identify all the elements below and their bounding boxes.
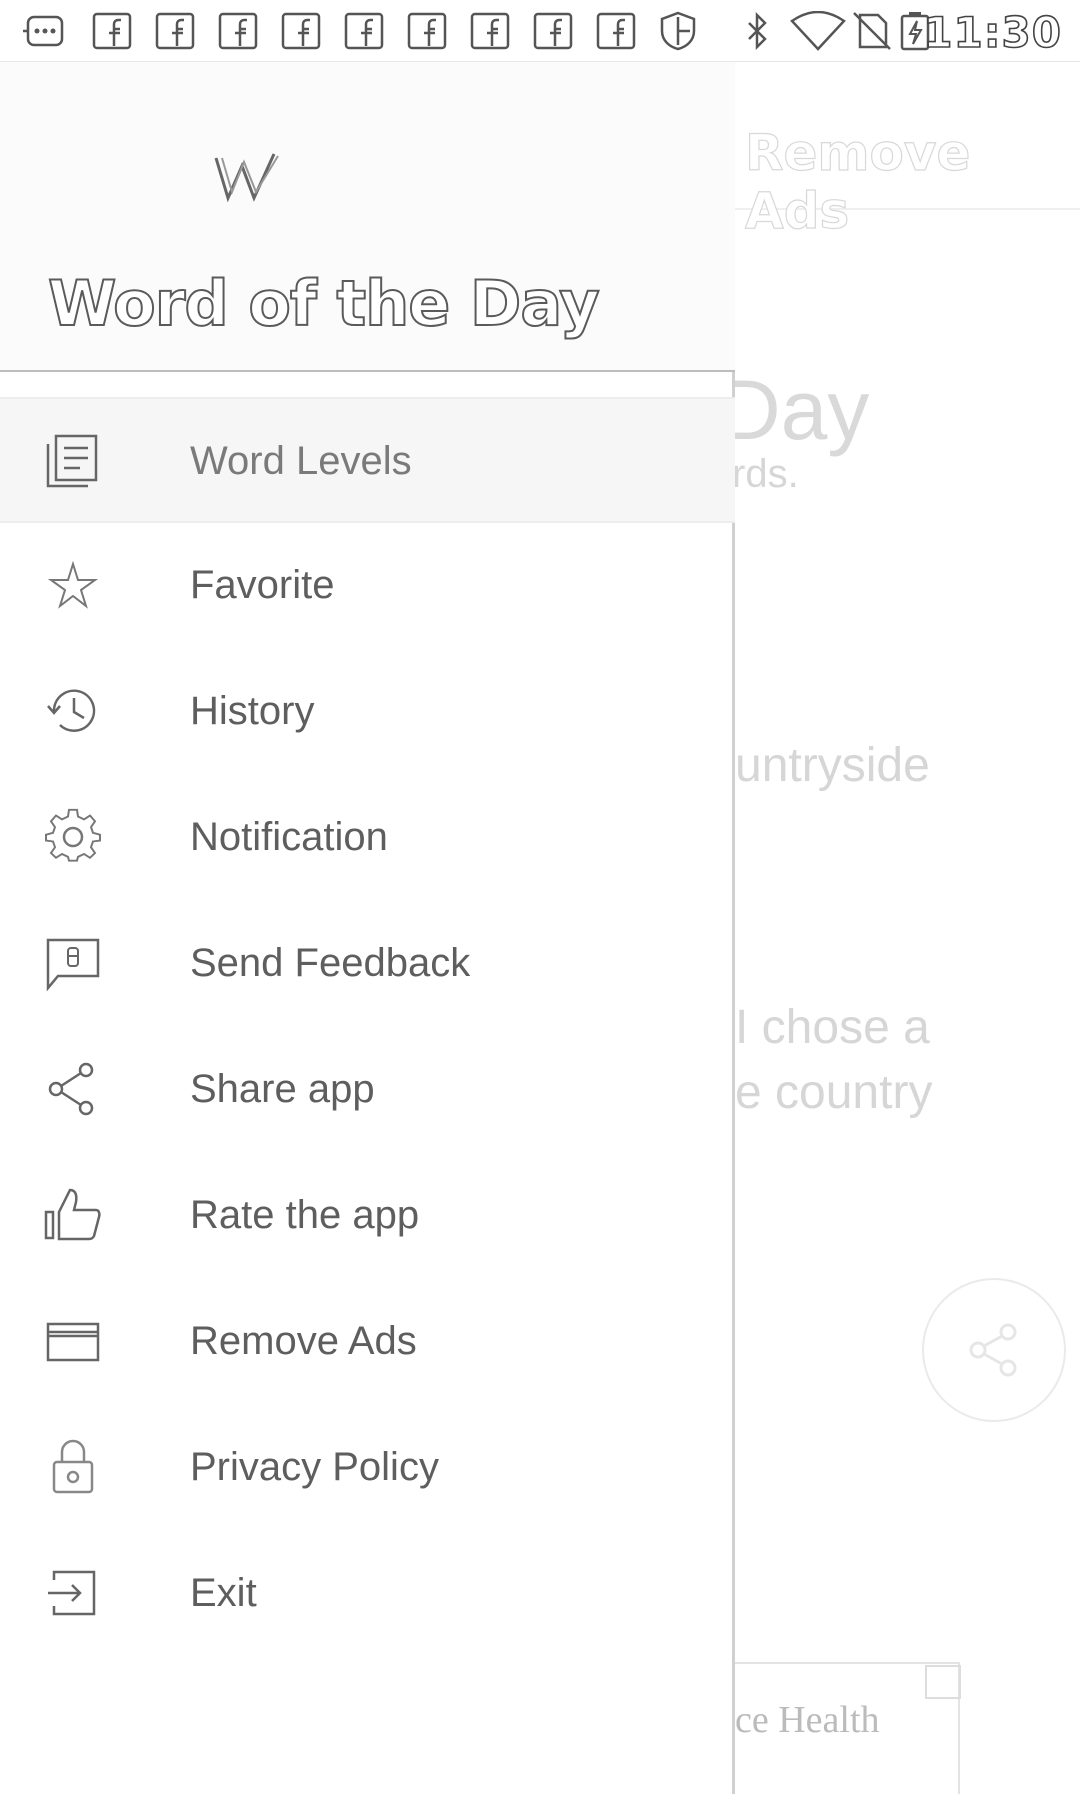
facebook-icon xyxy=(90,11,134,51)
background-word: untryside xyxy=(735,739,930,792)
facebook-icon xyxy=(342,11,386,51)
drawer-title: Word of the Day xyxy=(47,266,601,341)
menu-item-favorite[interactable]: Favorite xyxy=(0,523,735,649)
history-icon xyxy=(44,682,102,740)
status-time: 11:30 xyxy=(922,7,1062,58)
menu-item-label: Notification xyxy=(190,815,388,859)
background-subtitle: rds. xyxy=(732,452,799,496)
feedback-icon xyxy=(44,934,102,992)
notification-more-icon xyxy=(22,11,66,51)
shield-icon xyxy=(656,11,700,51)
bluetooth-icon xyxy=(735,11,779,51)
exit-icon xyxy=(44,1564,102,1622)
facebook-icon xyxy=(405,11,449,51)
menu-item-history[interactable]: History xyxy=(0,649,735,775)
list-icon xyxy=(44,432,102,490)
no-sim-icon xyxy=(850,11,894,51)
navigation-drawer: Word of the Day Word Levels Favorite His… xyxy=(0,62,735,1794)
menu-item-rate-app[interactable]: Rate the app xyxy=(0,1153,735,1279)
ad-text: ce Health xyxy=(735,1699,880,1741)
menu-item-exit[interactable]: Exit xyxy=(0,1531,735,1657)
drawer-header: Word of the Day xyxy=(0,62,735,372)
menu-item-label: Privacy Policy xyxy=(190,1445,439,1489)
background-example-line: e country xyxy=(735,1066,933,1119)
status-bar: 11:30 xyxy=(0,0,1080,62)
card-icon xyxy=(44,1312,102,1370)
menu-item-notification[interactable]: Notification xyxy=(0,775,735,901)
background-title: Day xyxy=(720,363,870,457)
facebook-icon xyxy=(216,11,260,51)
remove-ads-button[interactable]: Remove Ads xyxy=(744,123,1080,240)
facebook-icon xyxy=(153,11,197,51)
menu-item-label: Send Feedback xyxy=(190,941,471,985)
menu-item-label: Share app xyxy=(190,1067,375,1111)
drawer-menu: Word Levels Favorite History Notificatio… xyxy=(0,397,735,1657)
background-example-line: I chose a xyxy=(735,1001,930,1054)
ad-choices-icon[interactable] xyxy=(925,1665,961,1699)
facebook-icon xyxy=(531,11,575,51)
menu-item-word-levels[interactable]: Word Levels xyxy=(0,397,735,523)
share-icon xyxy=(969,1323,1017,1377)
lock-icon xyxy=(44,1438,102,1496)
menu-item-privacy-policy[interactable]: Privacy Policy xyxy=(0,1405,735,1531)
menu-item-label: Favorite xyxy=(190,563,335,607)
facebook-icon xyxy=(594,11,638,51)
menu-item-label: Word Levels xyxy=(190,439,412,483)
facebook-icon xyxy=(279,11,323,51)
share-button[interactable] xyxy=(922,1278,1066,1422)
star-icon xyxy=(44,556,102,614)
thumbs-up-icon xyxy=(44,1186,102,1244)
menu-item-label: Exit xyxy=(190,1571,257,1615)
wifi-icon xyxy=(790,10,846,51)
w-logo-icon xyxy=(212,148,282,208)
facebook-icon xyxy=(468,11,512,51)
menu-item-remove-ads[interactable]: Remove Ads xyxy=(0,1279,735,1405)
menu-item-label: Remove Ads xyxy=(190,1319,417,1363)
menu-item-label: Rate the app xyxy=(190,1193,420,1237)
gear-icon xyxy=(44,808,102,866)
menu-item-label: History xyxy=(190,689,315,733)
menu-item-send-feedback[interactable]: Send Feedback xyxy=(0,901,735,1027)
menu-item-share-app[interactable]: Share app xyxy=(0,1027,735,1153)
share-icon xyxy=(44,1060,102,1118)
